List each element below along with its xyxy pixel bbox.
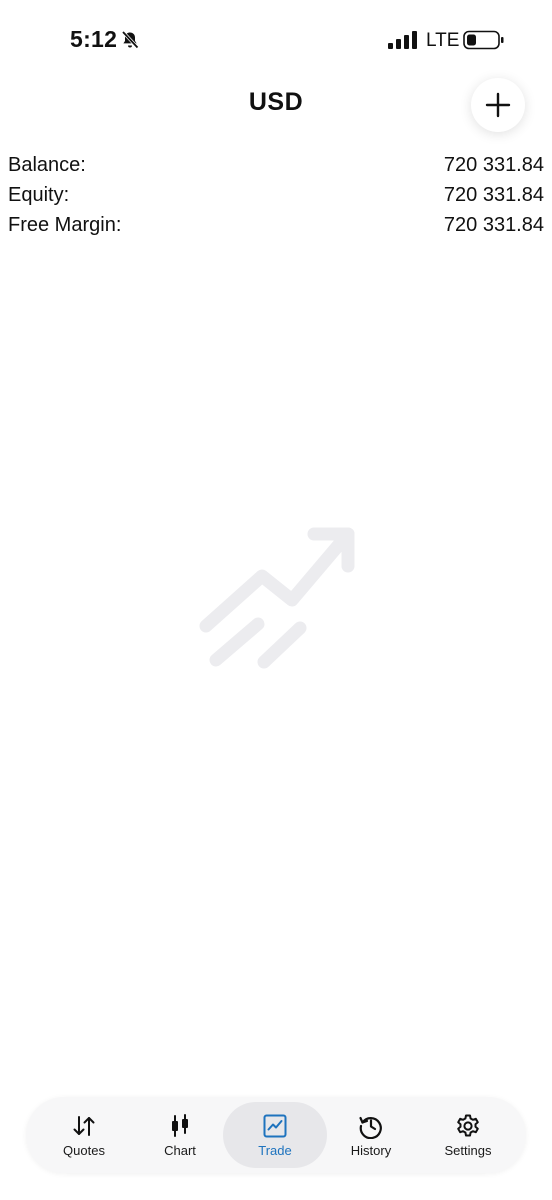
equity-label: Equity: bbox=[8, 183, 70, 206]
signal-icon bbox=[388, 31, 417, 49]
tab-history[interactable]: History bbox=[319, 1102, 423, 1168]
equity-value: 720 331.84 bbox=[443, 183, 544, 206]
balance-row: Balance: 720 331.84 bbox=[8, 150, 544, 180]
equity-row: Equity: 720 331.84 bbox=[8, 180, 544, 210]
tab-bar: Quotes Chart Trade History Settings bbox=[26, 1097, 526, 1173]
gear-icon bbox=[457, 1114, 479, 1136]
account-summary: Balance: 720 331.84 Equity: 720 331.84 F… bbox=[8, 150, 544, 240]
trade-chart-icon bbox=[263, 1114, 287, 1137]
balance-label: Balance: bbox=[8, 153, 86, 176]
status-bar: 5:12 LTE bbox=[0, 0, 552, 84]
status-time: 5:12 bbox=[70, 26, 118, 52]
arrows-up-down-icon bbox=[73, 1115, 95, 1136]
tab-chart-label: Chart bbox=[164, 1142, 196, 1158]
free-margin-label: Free Margin: bbox=[8, 213, 122, 236]
tab-settings[interactable]: Settings bbox=[416, 1102, 520, 1168]
trend-up-icon bbox=[199, 527, 355, 669]
add-button[interactable] bbox=[471, 78, 525, 132]
candlestick-icon bbox=[172, 1113, 188, 1137]
tab-trade-label: Trade bbox=[258, 1142, 292, 1158]
trade-screen: 5:12 LTE USD Balance: 720 331.84 Equity:… bbox=[0, 0, 552, 1200]
tab-history-label: History bbox=[350, 1142, 392, 1158]
tab-settings-label: Settings bbox=[444, 1142, 492, 1158]
bell-slash-icon bbox=[121, 30, 139, 49]
history-clock-icon bbox=[359, 1116, 382, 1139]
plus-icon bbox=[485, 92, 511, 118]
free-margin-value: 720 331.84 bbox=[443, 213, 544, 236]
balance-value: 720 331.84 bbox=[443, 153, 544, 176]
tab-chart[interactable]: Chart bbox=[128, 1102, 232, 1168]
page-title: USD bbox=[248, 88, 304, 116]
free-margin-row: Free Margin: 720 331.84 bbox=[8, 210, 544, 240]
battery-icon bbox=[463, 30, 504, 50]
tab-quotes[interactable]: Quotes bbox=[32, 1102, 136, 1168]
tab-trade[interactable]: Trade bbox=[223, 1102, 327, 1168]
tab-quotes-label: Quotes bbox=[63, 1142, 105, 1158]
status-network: LTE bbox=[426, 30, 460, 51]
